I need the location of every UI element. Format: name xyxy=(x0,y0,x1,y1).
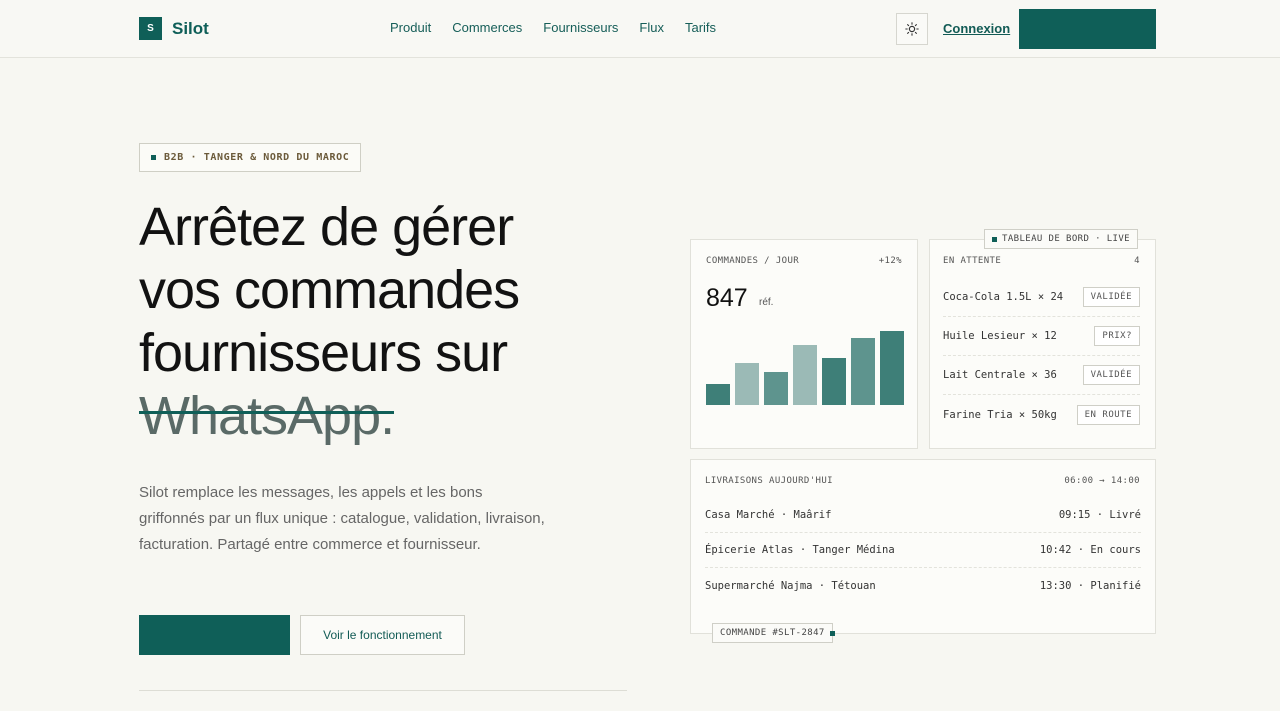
deliveries-card: LIVRAISONS AUJOURD'HUI 06:00 → 14:00 Cas… xyxy=(690,459,1156,634)
header-cta-button[interactable] xyxy=(1019,9,1156,49)
primary-cta-button[interactable] xyxy=(139,615,290,655)
headline-line-2: vos commandes xyxy=(139,260,520,320)
pending-label: EN ATTENTE xyxy=(943,256,1002,266)
pending-item-name: Coca-Cola 1.5L × 24 xyxy=(943,291,1064,303)
orders-label: COMMANDES / JOUR xyxy=(706,256,800,266)
orders-unit: réf. xyxy=(759,297,774,308)
live-dashboard-tag: TABLEAU DE BORD · LIVE xyxy=(984,229,1139,249)
secondary-cta-button[interactable]: Voir le fonctionnement xyxy=(300,615,465,655)
pending-item-name: Farine Tria × 50kg xyxy=(943,408,1057,421)
orders-bar xyxy=(822,358,846,405)
pending-item-name: Huile Lesieur × 12 xyxy=(943,330,1057,342)
pending-item-name: Lait Centrale × 36 xyxy=(943,369,1057,381)
orders-bar xyxy=(764,372,788,405)
status-badge: EN ROUTE xyxy=(1076,404,1140,425)
hero-tag: B2B · TANGER & NORD DU MAROC xyxy=(139,143,362,172)
live-square-icon xyxy=(992,236,997,242)
status-badge: VALIDÉE xyxy=(1082,287,1140,307)
delivery-row: Supermarché Najma · Tétouan 13:30 · Plan… xyxy=(705,568,1141,603)
pending-row: Lait Centrale × 36 VALIDÉE xyxy=(943,356,1140,395)
nav-commerces[interactable]: Commerces xyxy=(452,20,522,35)
live-tag-text: TABLEAU DE BORD · LIVE xyxy=(1002,234,1131,244)
tag-square-icon xyxy=(151,155,156,160)
orders-bar xyxy=(793,345,817,405)
nav-fournisseurs[interactable]: Fournisseurs xyxy=(543,20,618,35)
main-nav: Produit Commerces Fournisseurs Flux Tari… xyxy=(390,20,716,35)
hero-description: Silot remplace les messages, les appels … xyxy=(139,484,545,553)
delivery-name: Supermarché Najma · Tétouan xyxy=(705,579,876,592)
orders-value: 847 xyxy=(706,284,748,312)
logo[interactable]: S Silot xyxy=(139,17,209,40)
headline-line-3: fournisseurs sur xyxy=(139,323,508,383)
delivery-name: Casa Marché · Maârif xyxy=(705,509,832,521)
delivery-status: 13:30 · Planifié xyxy=(1039,579,1141,592)
delivery-status: 10:42 · En cours xyxy=(1039,544,1141,556)
section-divider xyxy=(139,690,627,691)
pending-count: 4 xyxy=(1134,256,1140,266)
orders-bar xyxy=(735,363,759,405)
deliveries-window: 06:00 → 14:00 xyxy=(1064,476,1140,486)
nav-produit[interactable]: Produit xyxy=(390,20,431,35)
headline-line-1: Arrêtez de gérer xyxy=(139,197,514,257)
pending-card: EN ATTENTE 4 Coca-Cola 1.5L × 24 VALIDÉE… xyxy=(929,239,1156,449)
status-badge: VALIDÉE xyxy=(1082,365,1140,385)
theme-toggle-button[interactable] xyxy=(896,13,928,45)
orders-bar xyxy=(880,331,904,405)
deliveries-label: LIVRAISONS AUJOURD'HUI xyxy=(705,476,834,486)
logo-text: Silot xyxy=(172,18,209,38)
order-square-icon xyxy=(829,630,835,636)
orders-bar xyxy=(706,384,730,405)
hero-headline: Arrêtez de gérer vos commandes fournisse… xyxy=(139,196,659,448)
status-badge: PRIX? xyxy=(1094,326,1140,346)
order-tag-text: COMMANDE #SLT-2847 xyxy=(720,628,825,638)
delivery-name: Épicerie Atlas · Tanger Médina xyxy=(705,544,895,556)
sun-icon xyxy=(905,22,919,36)
orders-delta: +12% xyxy=(878,256,902,266)
order-number-tag: COMMANDE #SLT-2847 xyxy=(712,623,835,643)
pending-row: Farine Tria × 50kg EN ROUTE xyxy=(943,395,1140,434)
orders-card: COMMANDES / JOUR +12% 847 réf. xyxy=(690,239,918,449)
orders-bar-chart xyxy=(706,325,904,405)
delivery-row: Casa Marché · Maârif 09:15 · Livré xyxy=(705,498,1141,533)
orders-bar xyxy=(851,338,875,405)
nav-tarifs[interactable]: Tarifs xyxy=(685,20,716,35)
hero-tag-text: B2B · TANGER & NORD DU MAROC xyxy=(164,152,350,163)
top-navbar: S Silot Produit Commerces Fournisseurs F… xyxy=(0,0,1280,58)
delivery-row: Épicerie Atlas · Tanger Médina 10:42 · E… xyxy=(705,533,1141,568)
headline-strikethrough: WhatsApp. xyxy=(139,386,395,446)
pending-row: Coca-Cola 1.5L × 24 VALIDÉE xyxy=(943,278,1140,317)
pending-row: Huile Lesieur × 12 PRIX? xyxy=(943,317,1140,356)
nav-flux[interactable]: Flux xyxy=(639,20,664,35)
delivery-status: 09:15 · Livré xyxy=(1058,509,1141,521)
login-link[interactable]: Connexion xyxy=(943,21,1010,36)
logo-mark: S xyxy=(139,17,162,40)
